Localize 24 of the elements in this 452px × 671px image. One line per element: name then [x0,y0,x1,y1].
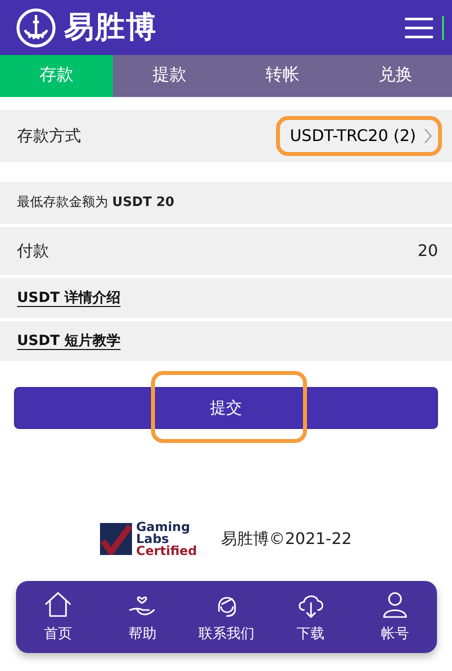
submit-button[interactable]: 提交 [14,387,438,429]
brand-name: 易胜博 [64,9,157,47]
chevron-icon [424,128,432,144]
nav-item[interactable]: 帐号 [352,584,438,650]
method-select[interactable]: USDT-TRC20 (2) [280,120,438,152]
menu-icon[interactable] [404,16,434,40]
copyright-text: 易胜博©2021-22 [220,528,352,550]
nav-item[interactable]: 帮助 [100,584,184,650]
amount-value: 20 [418,240,438,262]
nav-item[interactable]: 首页 [16,584,100,650]
minimum-note: 最低存款金额为 USDT 20 [17,194,174,212]
logo-icon [16,8,56,48]
tab[interactable]: 兑换 [339,55,452,97]
home-icon [43,590,74,620]
field-label: 存款方式 [17,125,81,147]
certification-badge: Gaming Labs Certified [100,521,197,557]
nav-item[interactable]: 联系我们 [184,584,269,650]
tab[interactable]: 提款 [113,55,226,97]
field-label: 付款 [17,240,49,262]
tab[interactable]: 转帐 [226,55,339,97]
info-link[interactable]: USDT 详情介绍 [17,288,120,308]
nav-item[interactable]: 下载 [268,584,353,650]
scroll-indicator [442,16,444,40]
info-link[interactable]: USDT 短片教学 [17,330,120,352]
